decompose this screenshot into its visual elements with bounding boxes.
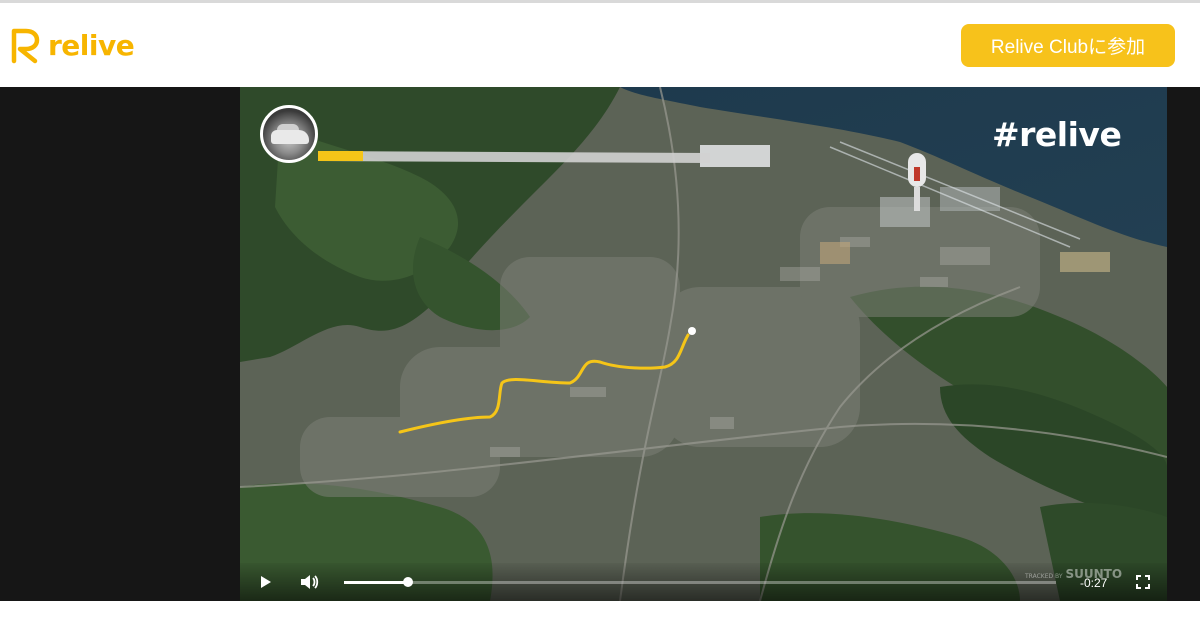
join-relive-club-button[interactable]: Relive Clubに参加 [961, 24, 1175, 67]
play-icon[interactable] [254, 571, 276, 593]
suunto-watermark: TRACKED BY SUUNTO [1025, 567, 1123, 581]
video-controls: TRACKED BY SUUNTO -0:27 [240, 563, 1167, 601]
aerial-map-view [240, 87, 1167, 601]
video-player[interactable]: #relive TRACKED BY SUUNTO -0:27 [240, 87, 1167, 601]
video-stage: #relive TRACKED BY SUUNTO -0:27 [0, 87, 1200, 601]
activity-photo-avatar [260, 105, 318, 163]
elevation-profile [318, 151, 710, 163]
page-bottom [0, 601, 1200, 630]
relive-logo-icon [11, 28, 40, 64]
video-time-remaining: -0:27 [1080, 576, 1108, 590]
route-end-point [688, 327, 696, 335]
video-progress-bar[interactable] [344, 577, 1056, 587]
site-header: relive Relive Clubに参加 [0, 3, 1200, 87]
relive-logo[interactable]: relive [8, 25, 135, 65]
video-progress-knob[interactable] [403, 577, 414, 587]
relive-hashtag: #relive [992, 115, 1122, 154]
video-progress-fill [344, 581, 409, 584]
volume-icon[interactable] [298, 571, 320, 593]
fullscreen-icon[interactable] [1132, 571, 1154, 593]
logo-text: relive [48, 28, 135, 62]
